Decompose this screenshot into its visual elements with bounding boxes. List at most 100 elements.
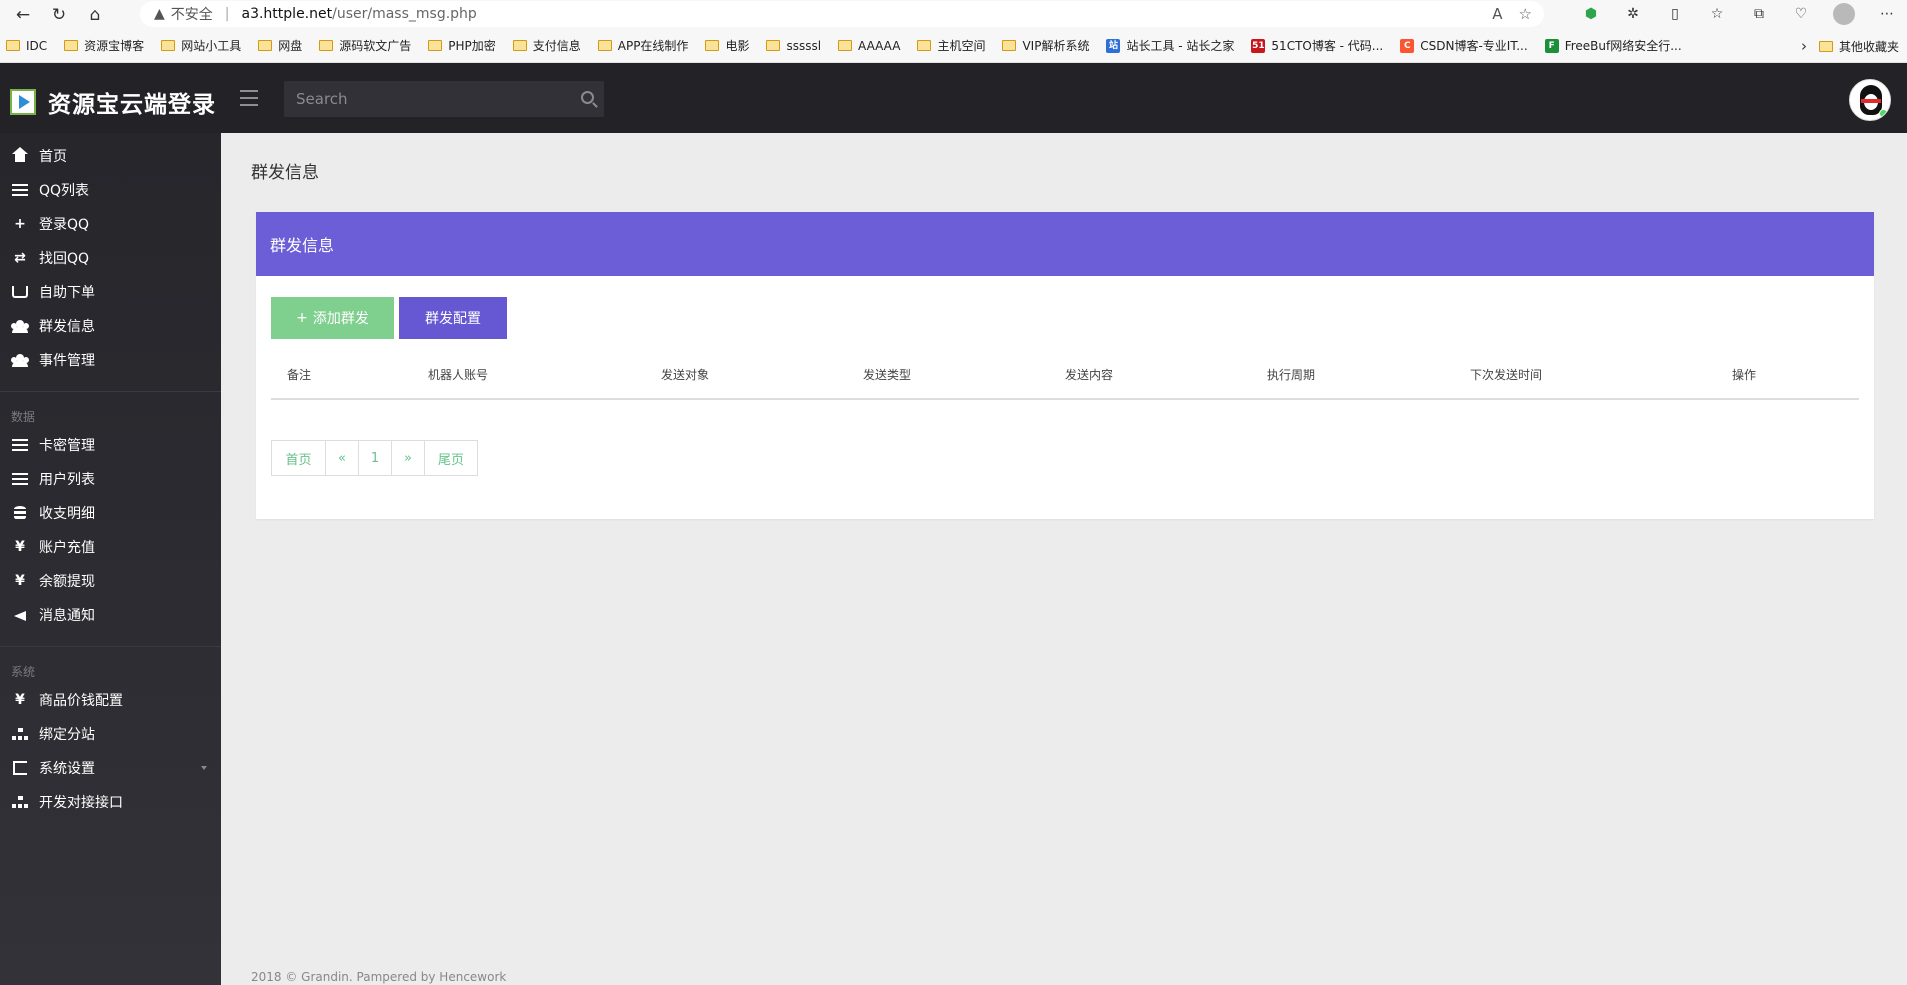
plus-icon: +: [14, 216, 26, 232]
performance-icon[interactable]: ♡: [1791, 4, 1811, 24]
bookmark-item[interactable]: 站站长工具 - 站长之家: [1106, 37, 1234, 54]
bookmark-item[interactable]: IDC: [6, 39, 47, 53]
folder-icon: [64, 40, 79, 51]
plus-icon: +: [296, 310, 308, 326]
more-menu-icon[interactable]: ⋯: [1877, 4, 1897, 24]
sidebar-item-mass-message[interactable]: 群发信息: [0, 309, 221, 343]
sidebar-item-recover-qq[interactable]: ⇄ 找回QQ: [0, 241, 221, 275]
column-header[interactable]: 备注: [287, 366, 311, 383]
brand-logo-icon: [10, 89, 36, 115]
menu-toggle-icon[interactable]: [240, 90, 258, 106]
freebuf-favicon-icon: F: [1544, 38, 1559, 53]
app-header: 资源宝云端登录: [0, 63, 1907, 133]
sidebar-item-bind-substation[interactable]: 绑定分站: [0, 717, 221, 751]
list-icon: [11, 472, 29, 486]
bookmark-item[interactable]: 51 51CTO博客 - 代码...: [1251, 37, 1383, 54]
bullhorn-icon: [11, 608, 29, 622]
sidebar-item-system-settings[interactable]: 系统设置: [0, 751, 221, 785]
list-icon: [11, 183, 29, 197]
sidebar-item-qq-list[interactable]: QQ列表: [0, 173, 221, 207]
sidebar-item-login-qq[interactable]: + 登录QQ: [0, 207, 221, 241]
sidebar-item-transactions[interactable]: 收支明细: [0, 496, 221, 530]
bookmark-item[interactable]: 电影: [705, 37, 749, 54]
pager-prev[interactable]: «: [325, 441, 358, 475]
sidebar-item-card-keys[interactable]: 卡密管理: [0, 428, 221, 462]
bookmark-item[interactable]: 网站小工具: [161, 37, 241, 54]
browser-toolbar: ← ↻ ⌂ ▲ 不安全 | a3.httple.net/user/mass_ms…: [0, 0, 1907, 29]
column-header[interactable]: 发送内容: [1065, 366, 1113, 383]
search-icon[interactable]: [581, 91, 594, 104]
bookmark-item[interactable]: AAAAA: [838, 39, 900, 53]
column-header[interactable]: 发送类型: [863, 366, 911, 383]
bookmark-item[interactable]: 网盘: [258, 37, 302, 54]
favorite-star-icon[interactable]: ☆: [1519, 5, 1532, 23]
read-aloud-icon[interactable]: A: [1492, 5, 1502, 23]
column-header[interactable]: 发送对象: [661, 366, 709, 383]
bookmark-item[interactable]: 资源宝博客: [64, 37, 144, 54]
pagination: 首页 « 1 » 尾页: [271, 440, 478, 476]
search-input[interactable]: [284, 81, 604, 117]
sidebar-section-data: 数据: [11, 410, 36, 424]
bookmark-item[interactable]: sssssl: [766, 39, 821, 53]
folder-icon: [161, 40, 176, 51]
security-warning[interactable]: ▲ 不安全: [154, 4, 213, 24]
sidebar-section-system: 系统: [11, 665, 36, 679]
column-header[interactable]: 机器人账号: [428, 366, 488, 383]
bookmark-item[interactable]: C CSDN博客-专业IT...: [1400, 37, 1528, 54]
sidebar-item-home[interactable]: 首页: [0, 139, 221, 173]
folder-icon: [319, 40, 334, 51]
sidebar-item-dev-api[interactable]: 开发对接接口: [0, 785, 221, 819]
card-title: 群发信息: [270, 236, 335, 255]
sidebar-item-notifications[interactable]: 消息通知: [0, 598, 221, 632]
collections-icon[interactable]: ⧉: [1749, 4, 1769, 24]
sidebar-item-events[interactable]: 事件管理: [0, 343, 221, 377]
address-bar[interactable]: ▲ 不安全 | a3.httple.net/user/mass_msg.php …: [140, 1, 1544, 27]
back-icon[interactable]: ←: [10, 2, 36, 28]
users-icon: [11, 353, 29, 367]
sidebar-item-self-order[interactable]: 自助下单: [0, 275, 221, 309]
bookmark-item[interactable]: 源码软文广告: [319, 37, 411, 54]
csdn-favicon-icon: C: [1400, 38, 1415, 53]
bookmark-item[interactable]: APP在线制作: [597, 37, 688, 54]
sidebar-item-price-config[interactable]: ¥ 商品价钱配置: [0, 683, 221, 717]
bookmark-item[interactable]: 主机空间: [917, 37, 985, 54]
home-icon[interactable]: ⌂: [82, 2, 108, 28]
sidebar-item-recharge[interactable]: ¥ 账户充值: [0, 530, 221, 564]
yen-icon: ¥: [15, 573, 25, 589]
sitemap-icon: [11, 795, 29, 809]
sign-in-icon: [11, 761, 29, 775]
sidebar-item-withdraw[interactable]: ¥ 余额提现: [0, 564, 221, 598]
split-screen-icon[interactable]: ▯: [1665, 4, 1685, 24]
cart-icon: [11, 285, 29, 299]
folder-icon: [428, 40, 443, 51]
folder-icon: [6, 40, 20, 51]
brand[interactable]: 资源宝云端登录: [10, 85, 216, 119]
extensions-icon[interactable]: ✲: [1623, 4, 1643, 24]
favorites-icon[interactable]: ☆: [1707, 4, 1727, 24]
shield-extension-icon[interactable]: ⬢: [1581, 4, 1601, 24]
bookmark-item[interactable]: F FreeBuf网络安全行...: [1544, 37, 1682, 54]
bookmark-item[interactable]: 支付信息: [512, 37, 581, 54]
sidebar-item-user-list[interactable]: 用户列表: [0, 462, 221, 496]
add-mass-message-button[interactable]: + 添加群发: [271, 297, 394, 339]
pager-last[interactable]: 尾页: [424, 441, 477, 475]
column-header[interactable]: 操作: [1732, 366, 1756, 383]
pager-next[interactable]: »: [391, 441, 424, 475]
bookmarks-overflow-chevron-icon[interactable]: ›: [1801, 37, 1807, 55]
folder-icon: [705, 40, 720, 51]
user-avatar[interactable]: [1849, 79, 1891, 121]
column-header[interactable]: 下次发送时间: [1470, 366, 1542, 383]
mass-config-button[interactable]: 群发配置: [399, 297, 507, 339]
column-header[interactable]: 执行周期: [1267, 366, 1315, 383]
profile-avatar[interactable]: [1833, 3, 1855, 25]
pager-page-1[interactable]: 1: [358, 441, 391, 475]
bookmark-item[interactable]: VIP解析系统: [1002, 37, 1089, 54]
pager-first[interactable]: 首页: [272, 441, 325, 475]
bookmark-item[interactable]: PHP加密: [428, 37, 496, 54]
site-favicon-icon: 站: [1106, 38, 1121, 53]
mass-message-card: 群发信息 + 添加群发 群发配置 备注 机器人账号 发送对象 发送类型 发送内容 …: [256, 212, 1874, 519]
reload-icon[interactable]: ↻: [46, 2, 72, 28]
card-header: 群发信息: [256, 212, 1874, 276]
other-bookmarks[interactable]: 其他收藏夹: [1812, 29, 1899, 62]
yen-icon: ¥: [15, 539, 25, 555]
